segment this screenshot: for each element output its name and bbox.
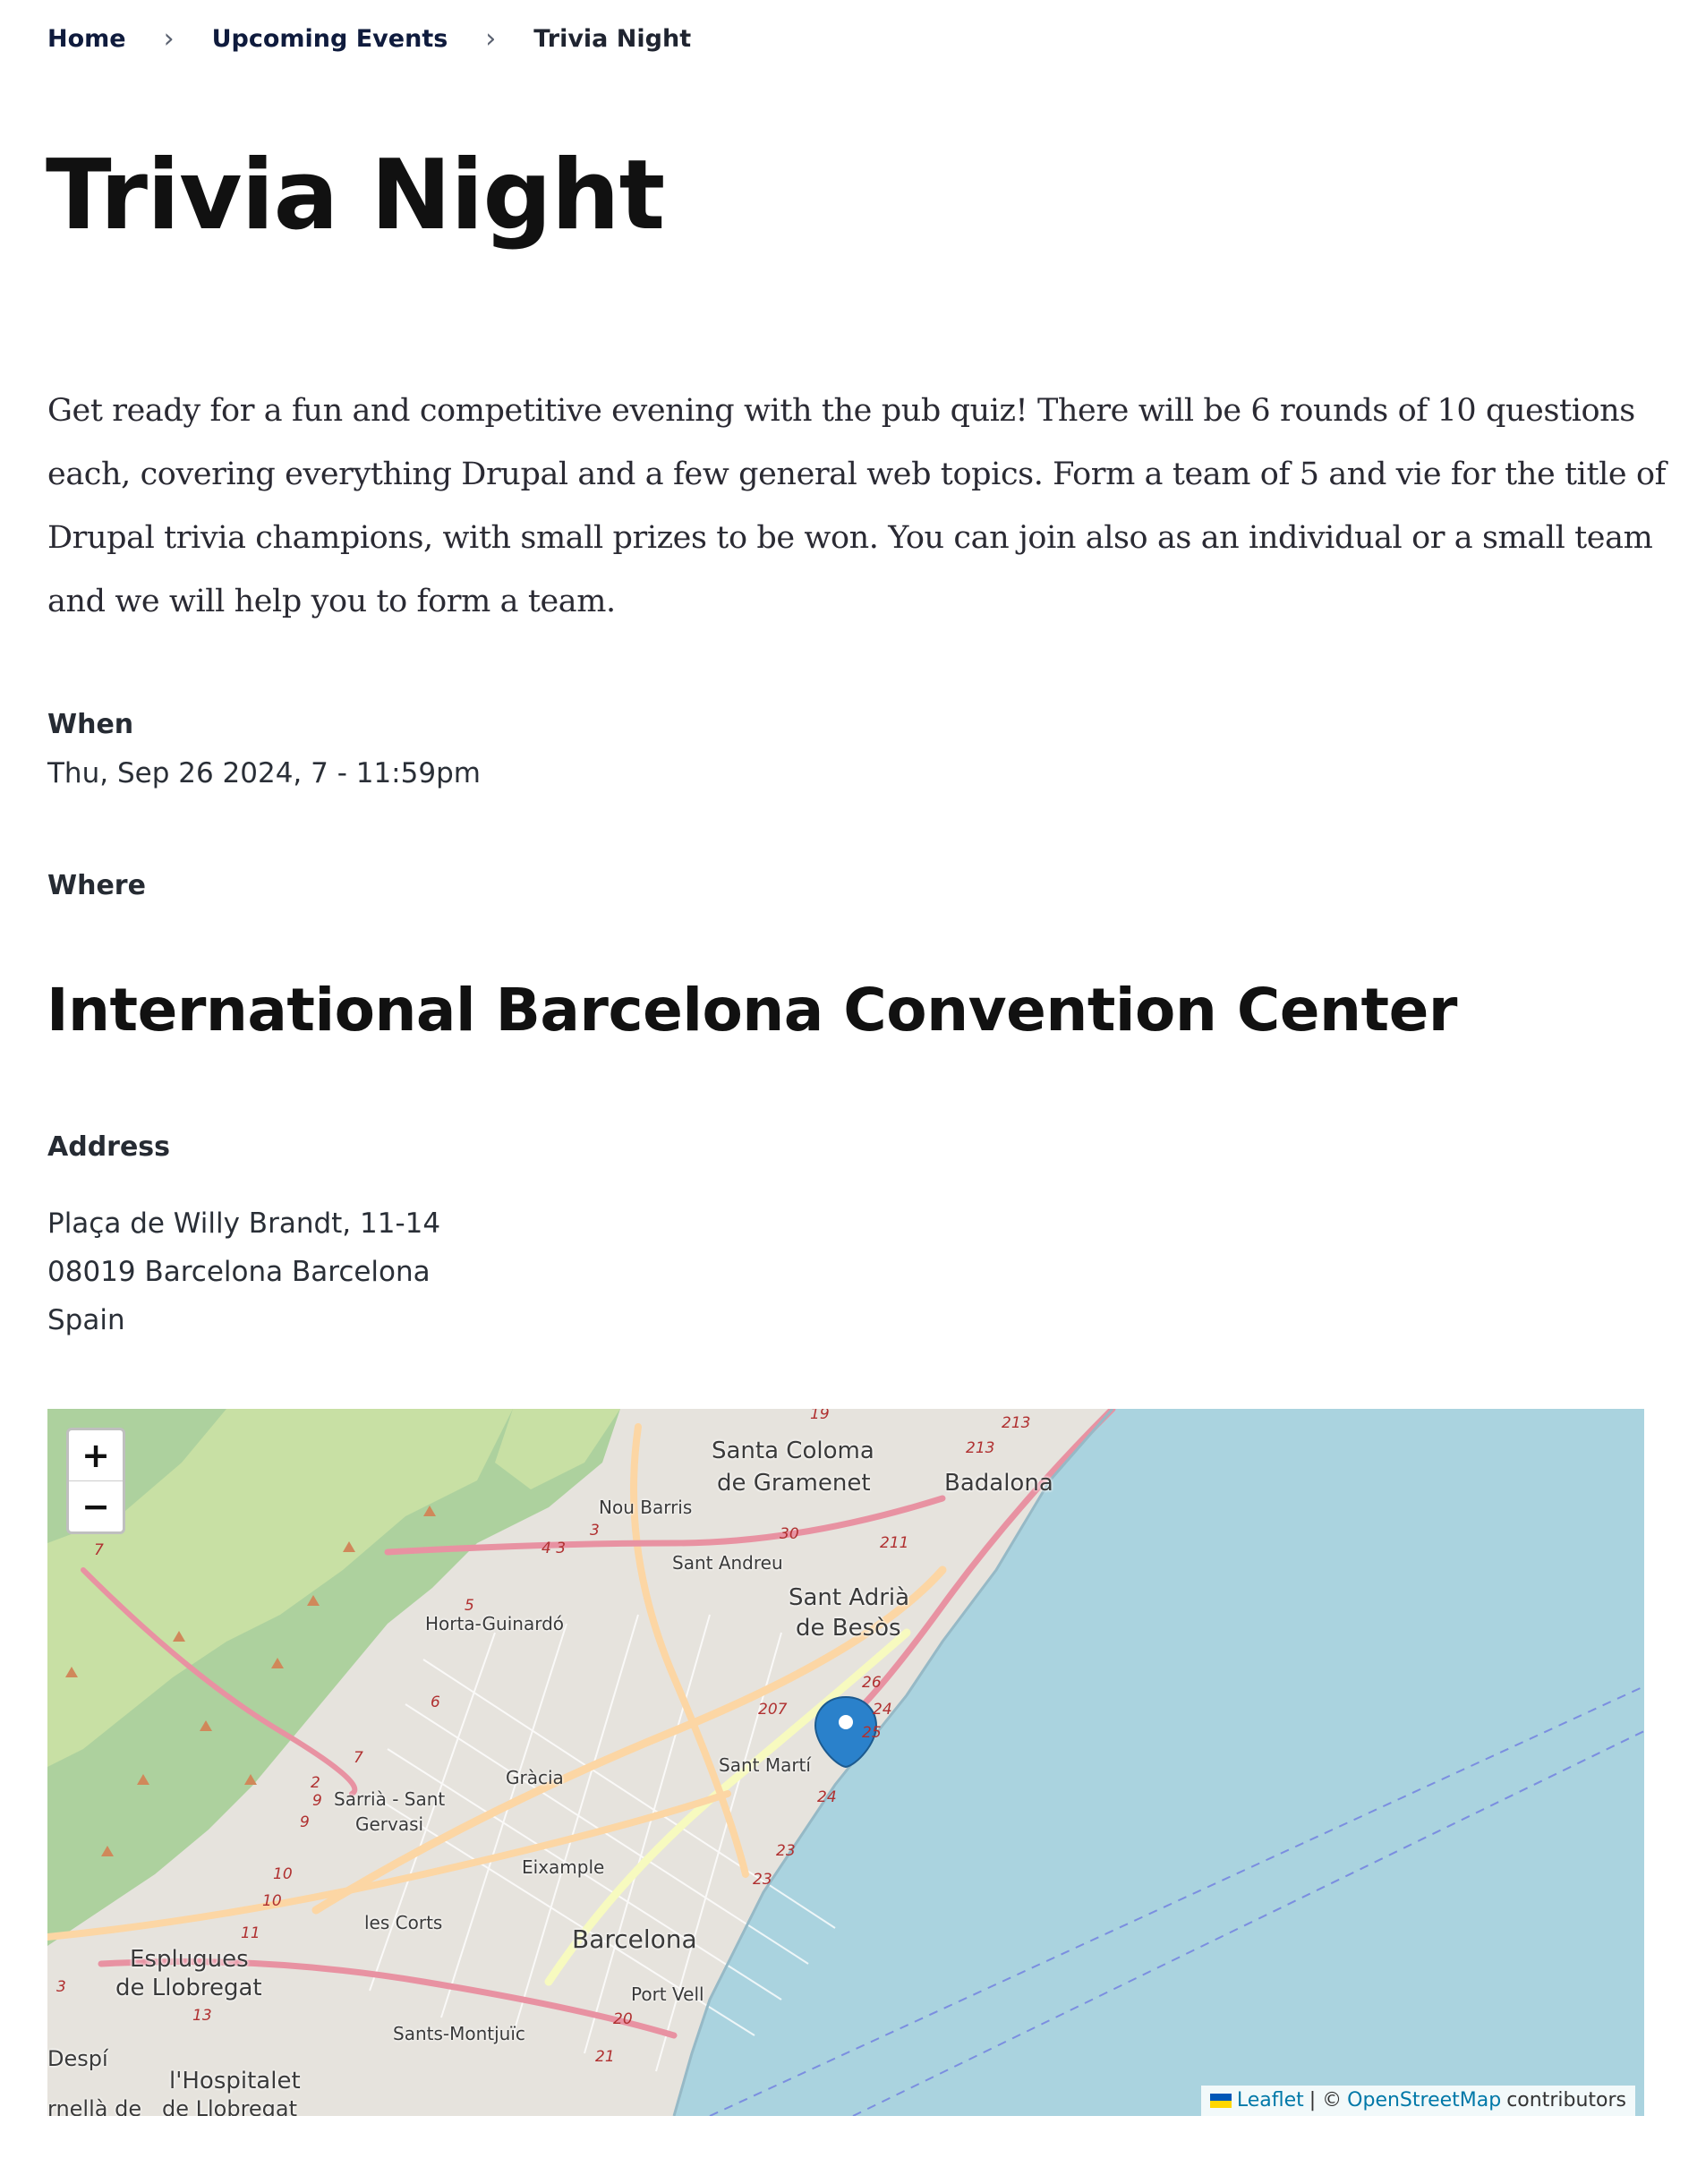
event-map[interactable]: Santa Coloma de Gramenet Badalona Nou Ba… bbox=[47, 1409, 1644, 2116]
road-number: 9 bbox=[312, 1792, 322, 1810]
road-number: 23 bbox=[753, 1871, 772, 1889]
road-number: 19 bbox=[810, 1409, 830, 1423]
map-label: Sant Andreu bbox=[672, 1552, 783, 1574]
chevron-right-icon: › bbox=[163, 23, 175, 55]
breadcrumb-current: Trivia Night bbox=[533, 25, 692, 53]
road-number: 207 bbox=[758, 1701, 788, 1719]
zoom-in-button[interactable]: + bbox=[69, 1430, 123, 1481]
map-label: Badalona bbox=[944, 1470, 1053, 1497]
attribution-suffix: contributors bbox=[1506, 2089, 1626, 2111]
map-label: Esplugues bbox=[130, 1946, 249, 1973]
when-value: Thu, Sep 26 2024, 7 - 11:59pm bbox=[47, 757, 481, 789]
map-label: Eixample bbox=[522, 1856, 605, 1878]
attribution-separator: | © bbox=[1309, 2089, 1343, 2111]
road-number: 9 bbox=[300, 1813, 310, 1831]
breadcrumb-home-link[interactable]: Home bbox=[47, 25, 126, 53]
map-label: Gràcia bbox=[506, 1767, 564, 1788]
road-number: 3 bbox=[590, 1522, 600, 1540]
road-number: 23 bbox=[776, 1842, 796, 1860]
map-label: Nou Barris bbox=[599, 1497, 693, 1518]
road-number: 25 bbox=[862, 1724, 882, 1742]
address-block: Plaça de Willy Brandt, 11-14 08019 Barce… bbox=[47, 1199, 440, 1344]
map-label: l'Hospitalet bbox=[169, 2068, 301, 2094]
map-label: Sants-Montjuïc bbox=[393, 2023, 525, 2044]
road-number: 7 bbox=[94, 1541, 104, 1559]
road-number: 13 bbox=[192, 2007, 212, 2025]
address-label: Address bbox=[47, 1131, 171, 1163]
road-number: 6 bbox=[431, 1693, 440, 1711]
road-number: 211 bbox=[880, 1534, 909, 1552]
breadcrumb-upcoming-events-link[interactable]: Upcoming Events bbox=[212, 25, 448, 53]
road-number: 2 bbox=[311, 1774, 320, 1792]
map-label: Sarrià - Sant bbox=[334, 1788, 446, 1810]
map-label: Gervasi bbox=[355, 1813, 424, 1835]
address-line-3: Spain bbox=[47, 1304, 125, 1336]
event-description: Get ready for a fun and competitive even… bbox=[47, 393, 1667, 619]
road-number: 11 bbox=[241, 1924, 260, 1942]
road-number: 30 bbox=[780, 1525, 799, 1543]
map-label: Port Vell bbox=[631, 1984, 704, 2005]
map-label: de Besòs bbox=[796, 1615, 901, 1642]
road-number: 7 bbox=[354, 1749, 363, 1767]
road-number: 10 bbox=[262, 1892, 282, 1910]
road-number: 213 bbox=[1002, 1414, 1031, 1432]
address-line-1: Plaça de Willy Brandt, 11-14 bbox=[47, 1207, 441, 1240]
where-label: Where bbox=[47, 870, 146, 901]
road-number: 21 bbox=[595, 2048, 615, 2066]
page-title: Trivia Night bbox=[46, 140, 665, 252]
map-label: Sant Martí bbox=[719, 1754, 811, 1776]
openstreetmap-link[interactable]: OpenStreetMap bbox=[1347, 2086, 1501, 2116]
road-number: 20 bbox=[613, 2010, 633, 2028]
map-label: de Gramenet bbox=[717, 1470, 871, 1497]
map-label: Sant Adrià bbox=[789, 1584, 910, 1611]
road-number: 24 bbox=[817, 1788, 837, 1806]
map-label: Barcelona bbox=[572, 1924, 697, 1954]
map-label: Despí bbox=[47, 2046, 108, 2071]
leaflet-link[interactable]: Leaflet bbox=[1237, 2086, 1304, 2116]
when-label: When bbox=[47, 709, 134, 740]
zoom-control: + − bbox=[66, 1428, 125, 1534]
road-number: 26 bbox=[862, 1674, 882, 1692]
map-label: de Llobregat bbox=[115, 1975, 262, 2001]
map-label: les Corts bbox=[364, 1912, 443, 1933]
zoom-out-button[interactable]: − bbox=[69, 1481, 123, 1531]
road-number: 10 bbox=[273, 1865, 293, 1883]
road-number: 5 bbox=[465, 1597, 474, 1615]
road-number: 3 bbox=[56, 1978, 66, 1996]
map-attribution: Leaflet | © OpenStreetMap contributors bbox=[1200, 2086, 1635, 2116]
map-label: rnellà de de Llobregat bbox=[47, 2096, 298, 2116]
map-label: Santa Coloma bbox=[712, 1438, 874, 1464]
map-label: Horta-Guinardó bbox=[425, 1613, 565, 1634]
venue-name: International Barcelona Convention Cente… bbox=[47, 976, 1457, 1045]
map-tiles[interactable] bbox=[47, 1409, 1644, 2116]
road-number: 4 3 bbox=[542, 1540, 567, 1557]
breadcrumb: Home › Upcoming Events › Trivia Night bbox=[47, 23, 691, 55]
road-number: 24 bbox=[873, 1701, 892, 1719]
address-line-2: 08019 Barcelona Barcelona bbox=[47, 1256, 431, 1288]
chevron-right-icon: › bbox=[485, 23, 497, 55]
road-number: 213 bbox=[966, 1439, 995, 1457]
ukraine-flag-icon bbox=[1209, 2094, 1232, 2108]
